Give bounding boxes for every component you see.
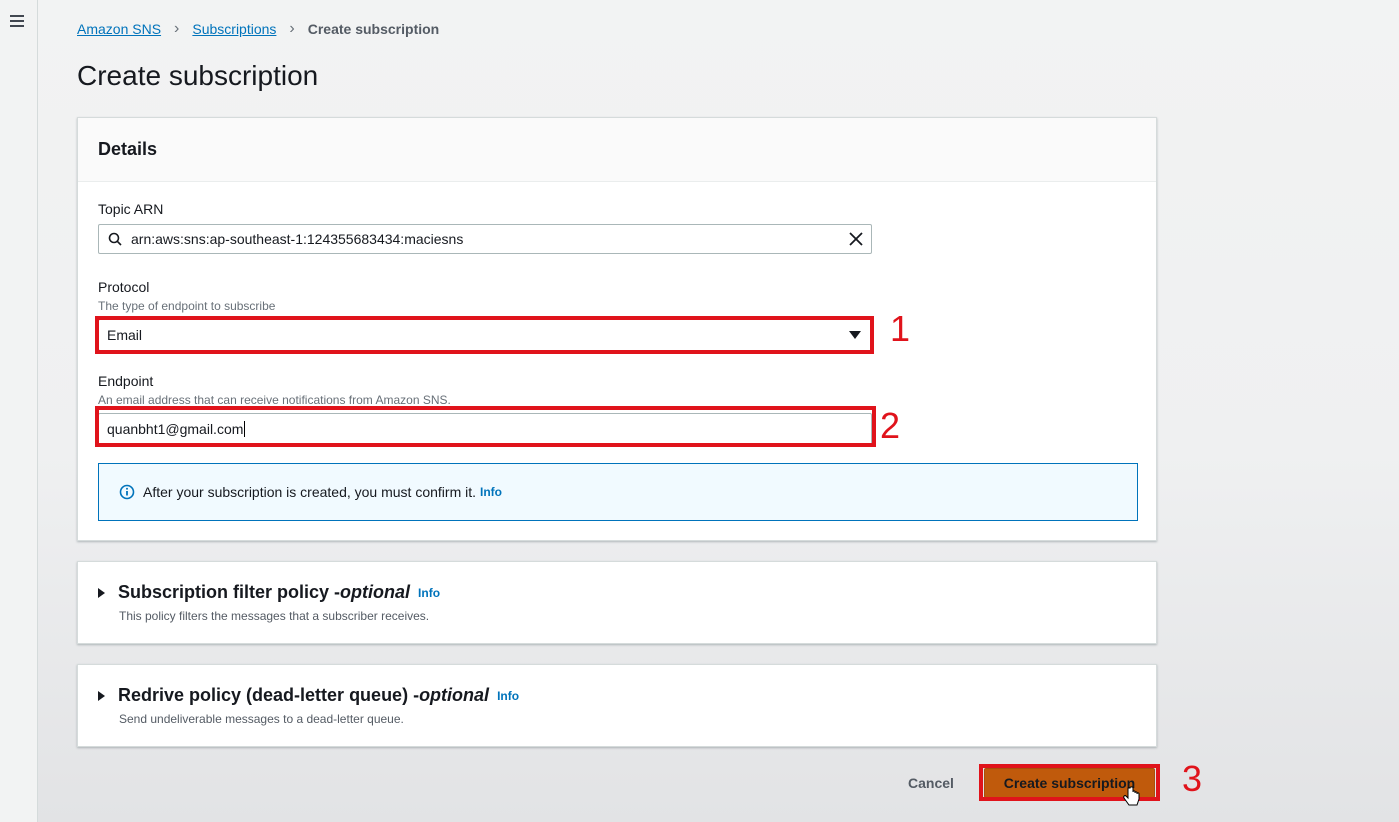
filter-policy-toggle[interactable]: Subscription filter policy - optional In… bbox=[98, 582, 440, 603]
chevron-right-icon: › bbox=[289, 20, 295, 37]
page-title: Create subscription bbox=[77, 60, 319, 91]
info-alert: After your subscription is created, you … bbox=[98, 463, 1138, 521]
info-link[interactable]: Info bbox=[497, 689, 519, 703]
annotation-number-1: 1 bbox=[890, 308, 911, 349]
left-nav-strip bbox=[0, 0, 38, 822]
redrive-policy-description: Send undeliverable messages to a dead-le… bbox=[119, 712, 404, 726]
details-panel: Details Topic ARN arn:aws:sns:ap-southea… bbox=[77, 117, 1157, 541]
filter-policy-title: Subscription filter policy - bbox=[118, 582, 341, 602]
close-icon[interactable] bbox=[849, 232, 863, 246]
protocol-label: Protocol bbox=[98, 279, 150, 295]
redrive-policy-panel: Redrive policy (dead-letter queue) - opt… bbox=[77, 664, 1157, 747]
info-circle-icon bbox=[119, 484, 135, 500]
redrive-policy-toggle[interactable]: Redrive policy (dead-letter queue) - opt… bbox=[98, 685, 519, 706]
protocol-select[interactable]: Email bbox=[98, 319, 872, 351]
optional-label: optional bbox=[419, 685, 490, 705]
topic-arn-value: arn:aws:sns:ap-southeast-1:124355683434:… bbox=[131, 231, 464, 247]
chevron-right-icon: › bbox=[174, 20, 180, 37]
caret-down-icon bbox=[849, 331, 861, 339]
breadcrumb-subscriptions[interactable]: Subscriptions bbox=[192, 21, 276, 37]
filter-policy-description: This policy filters the messages that a … bbox=[119, 609, 430, 623]
protocol-selected-value: Email bbox=[107, 327, 143, 343]
alert-text: After your subscription is created, you … bbox=[143, 484, 477, 500]
topic-arn-label: Topic ARN bbox=[98, 201, 164, 217]
protocol-description: The type of endpoint to subscribe bbox=[98, 299, 276, 313]
endpoint-label: Endpoint bbox=[98, 373, 154, 389]
text-caret bbox=[244, 421, 246, 437]
endpoint-description: An email address that can receive notifi… bbox=[98, 393, 451, 407]
annotation-number-3: 3 bbox=[1182, 758, 1203, 799]
annotation-number-2: 2 bbox=[880, 405, 901, 446]
optional-label: optional bbox=[340, 582, 411, 602]
filter-policy-panel: Subscription filter policy - optional In… bbox=[77, 561, 1157, 644]
info-link[interactable]: Info bbox=[418, 586, 440, 600]
cancel-button[interactable]: Cancel bbox=[895, 768, 967, 798]
breadcrumb: Amazon SNS › Subscriptions › Create subs… bbox=[77, 20, 439, 38]
breadcrumb-amazon-sns[interactable]: Amazon SNS bbox=[77, 21, 161, 37]
info-link[interactable]: Info bbox=[480, 485, 502, 499]
caret-right-icon bbox=[98, 587, 105, 598]
hamburger-menu-icon[interactable] bbox=[10, 15, 24, 27]
caret-right-icon bbox=[98, 690, 105, 701]
endpoint-input[interactable]: quanbht1@gmail.com bbox=[98, 413, 872, 445]
redrive-policy-title: Redrive policy (dead-letter queue) - bbox=[118, 685, 420, 705]
endpoint-value: quanbht1@gmail.com bbox=[107, 421, 244, 437]
topic-arn-input[interactable]: arn:aws:sns:ap-southeast-1:124355683434:… bbox=[98, 224, 872, 254]
create-subscription-button[interactable]: Create subscription bbox=[984, 768, 1155, 798]
breadcrumb-current: Create subscription bbox=[307, 21, 440, 37]
details-header: Details bbox=[78, 118, 1156, 182]
search-icon bbox=[108, 232, 122, 246]
